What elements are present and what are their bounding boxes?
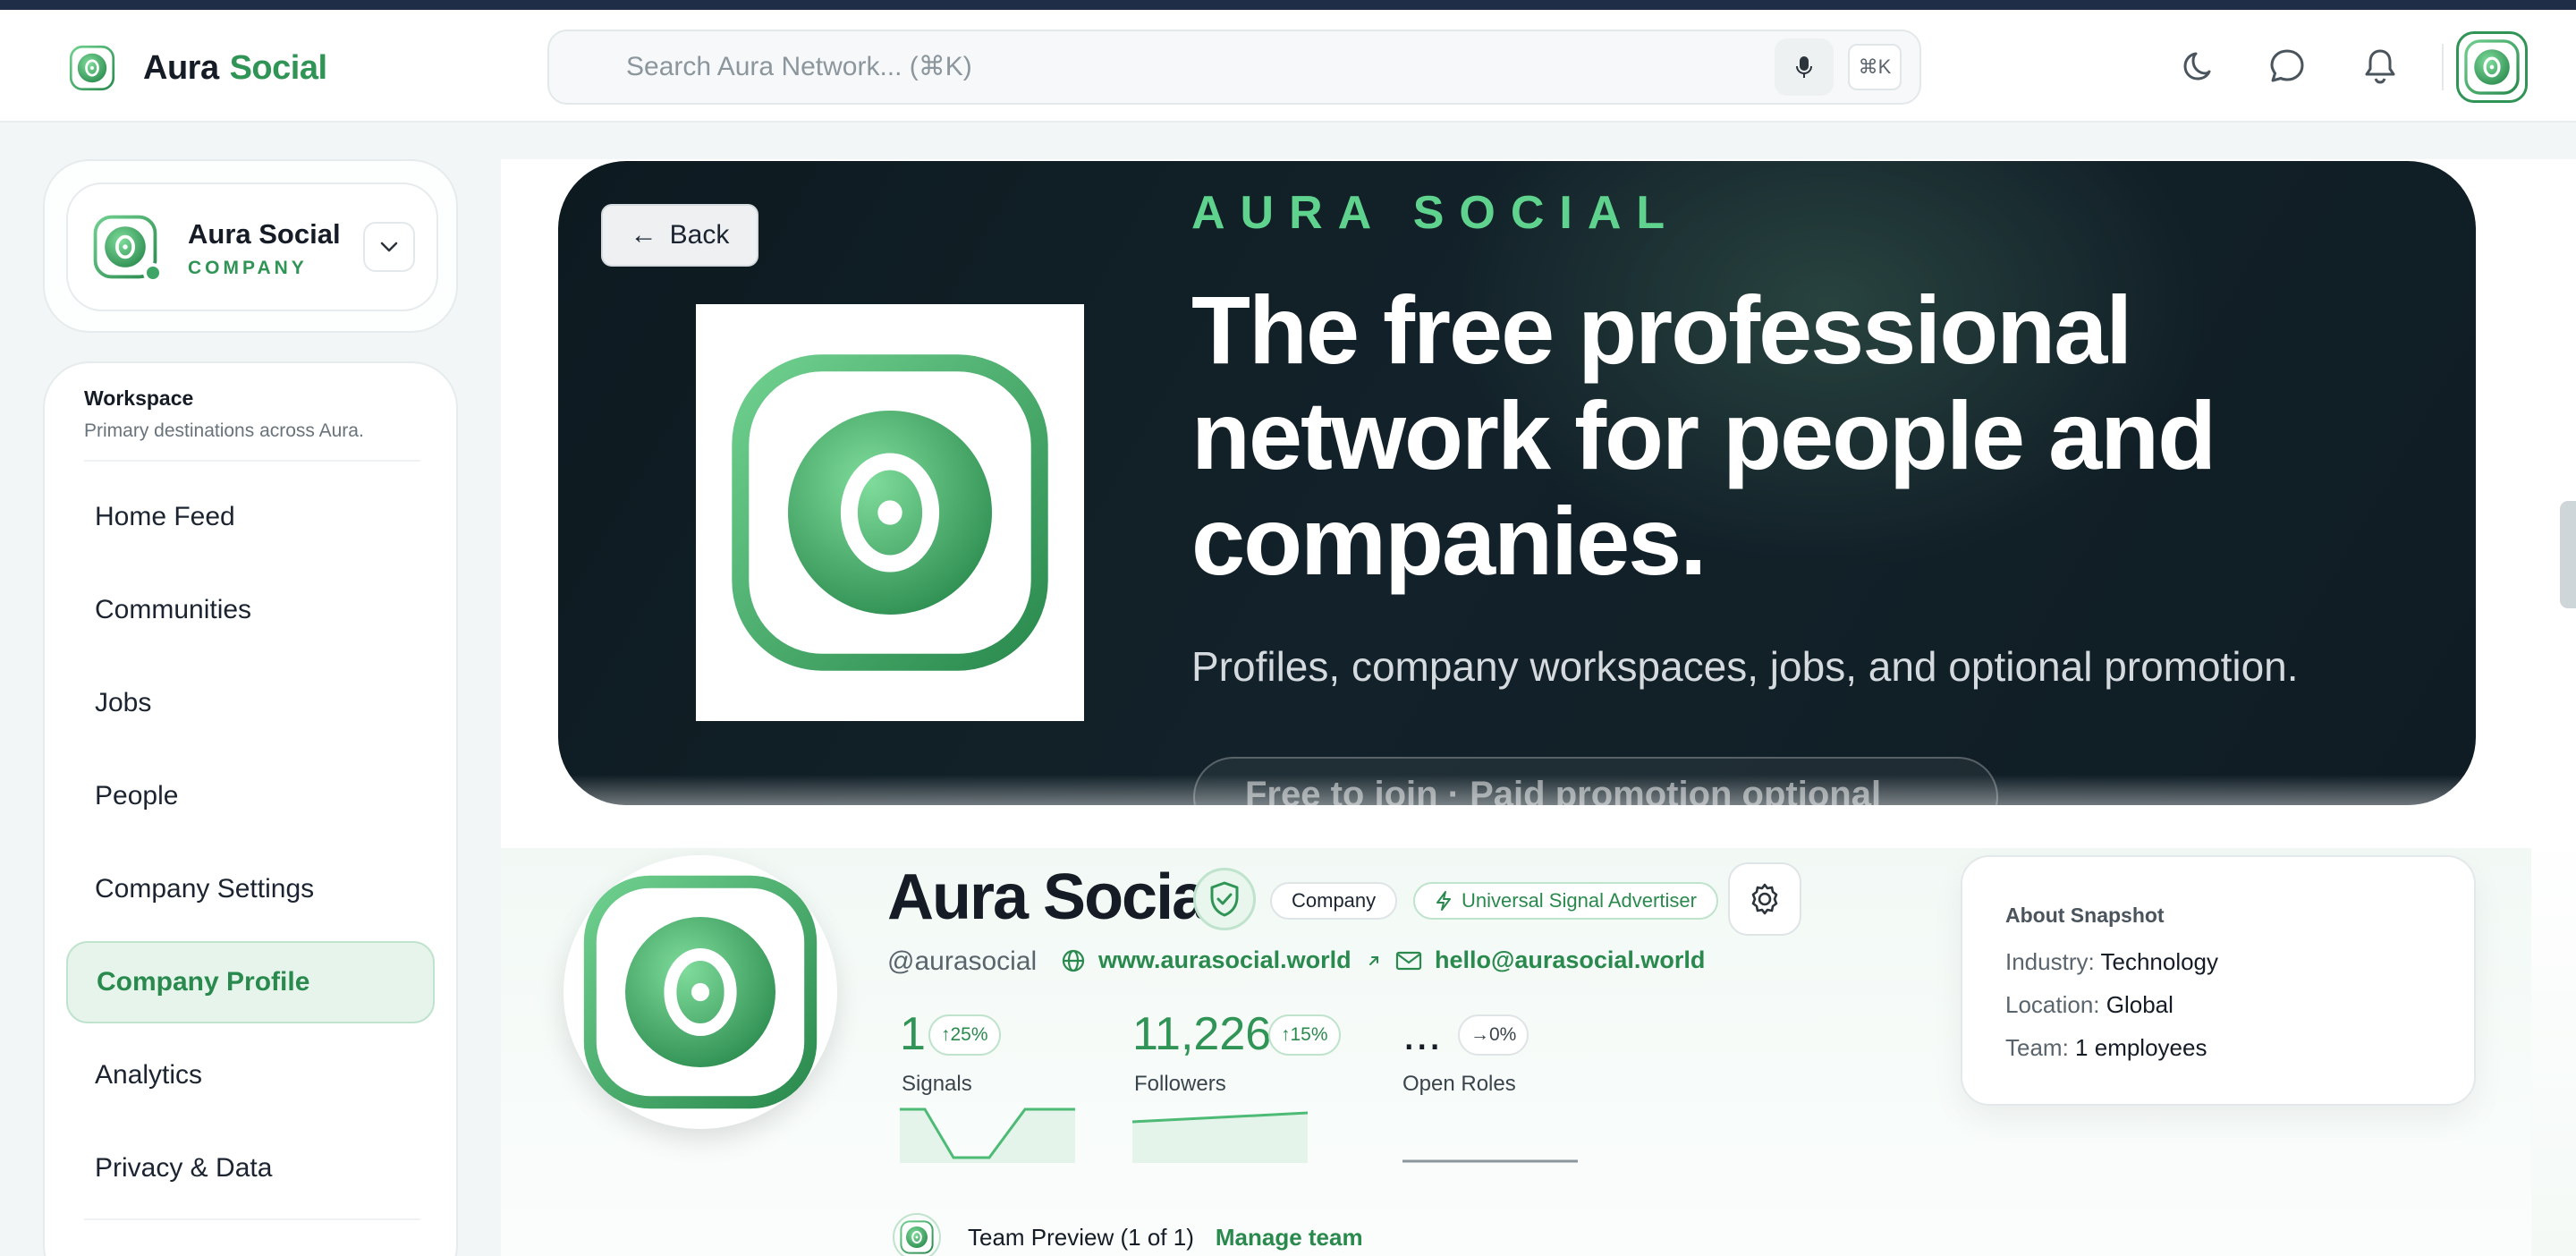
moon-icon (2183, 52, 2211, 81)
header-divider (2442, 44, 2444, 90)
org-switch-button[interactable] (363, 222, 415, 272)
brand-name: Aura (143, 48, 219, 87)
email-link[interactable]: hello@aurasocial.world (1395, 946, 1705, 974)
manage-team-link[interactable]: Manage team (1216, 1224, 1363, 1252)
globe-icon (1062, 949, 1085, 972)
bolt-icon (1436, 891, 1451, 911)
stat-signals-change: ↑25% (928, 1014, 1001, 1056)
online-status-dot (143, 263, 163, 283)
sidebar-nav: Workspace Primary destinations across Au… (43, 361, 458, 1256)
sidebar-item-privacy-data[interactable]: Privacy & Data (66, 1127, 435, 1209)
settings-button[interactable] (1728, 862, 1801, 936)
stat-signals-label: Signals (902, 1072, 972, 1096)
advertiser-chip: Universal Signal Advertiser (1413, 882, 1718, 920)
company-handle: @aurasocial (887, 946, 1038, 976)
signals-sparkline (900, 1107, 1075, 1163)
mic-button[interactable] (1775, 38, 1834, 96)
theme-toggle-button[interactable] (2179, 46, 2220, 87)
app-header: Aura Social ⌘K (0, 10, 2576, 123)
stat-open-roles-change: →0% (1458, 1014, 1530, 1056)
user-avatar[interactable] (2456, 31, 2528, 103)
arrow-left-icon: ← (630, 220, 657, 250)
sidebar-item-analytics[interactable]: Analytics (66, 1034, 435, 1116)
advertiser-label: Universal Signal Advertiser (1462, 889, 1697, 912)
scroll-handle[interactable] (2560, 501, 2576, 608)
external-link-icon (1368, 955, 1378, 965)
about-team-value: 1 employees (2075, 1034, 2207, 1061)
chevron-down-icon (380, 242, 398, 252)
about-industry: Industry: Technology (2005, 948, 2218, 976)
hero-eyebrow: AURA SOCIAL (1191, 187, 1681, 239)
about-location-value: Global (2106, 991, 2174, 1018)
back-button[interactable]: ← Back (601, 204, 758, 267)
stat-followers-change: ↑15% (1268, 1014, 1341, 1056)
email-label: hello@aurasocial.world (1435, 946, 1706, 973)
hero-subtitle: Profiles, company workspaces, jobs, and … (1191, 643, 2299, 690)
stat-followers-value: 11,226 (1132, 1008, 1272, 1060)
about-location-key: Location: (2005, 991, 2100, 1018)
stat-open-roles-label: Open Roles (1402, 1072, 1516, 1096)
aura-logo-icon (68, 44, 116, 92)
brand-name-accent: Social (229, 48, 327, 87)
stat-signals-value: 1 (900, 1008, 926, 1060)
shield-check-icon (1210, 881, 1239, 917)
stat-followers-label: Followers (1134, 1072, 1226, 1096)
hero-logo-tile (696, 304, 1084, 721)
website-link[interactable]: www.aurasocial.world (1061, 946, 1394, 974)
team-member-avatar[interactable] (893, 1213, 941, 1256)
mic-icon (1796, 56, 1812, 78)
hero-fade (558, 775, 2476, 805)
stat-open-roles-value: ... (1402, 1008, 1442, 1060)
org-switcher[interactable]: Aura Social COMPANY (66, 182, 438, 311)
org-type: COMPANY (188, 258, 308, 278)
nav-divider (84, 460, 420, 462)
brand[interactable]: Aura Social (68, 44, 327, 92)
nav-section-title: Workspace (84, 386, 194, 410)
about-industry-value: Technology (2100, 948, 2219, 975)
sidebar-item-communities[interactable]: Communities (66, 569, 435, 651)
hero-banner: ← Back AURA SOCIAL The free professional… (558, 161, 2476, 805)
org-name: Aura Social (188, 218, 341, 250)
bell-icon (2365, 49, 2395, 84)
about-team-key: Team: (2005, 1034, 2069, 1061)
aura-logo-large-icon (720, 343, 1060, 683)
back-label: Back (669, 220, 730, 250)
sidebar-item-company-profile[interactable]: Company Profile (66, 941, 435, 1023)
company-avatar[interactable] (564, 855, 837, 1129)
chat-icon (2270, 49, 2304, 82)
sidebar-item-people[interactable]: People (66, 755, 435, 837)
org-switcher-card: Aura Social COMPANY (43, 159, 458, 333)
company-type-chip: Company (1270, 882, 1398, 920)
gear-icon (1751, 883, 1778, 915)
sidebar-item-company-settings[interactable]: Company Settings (66, 848, 435, 930)
top-accent-strip (0, 0, 2576, 10)
company-logo-icon (575, 867, 826, 1117)
member-logo-icon (899, 1219, 935, 1255)
sidebar-item-jobs[interactable]: Jobs (66, 662, 435, 744)
verified-badge (1193, 868, 1256, 930)
team-preview: Team Preview (1 of 1) Manage team (893, 1213, 1363, 1256)
about-snapshot-card: About Snapshot Industry: Technology Loca… (1961, 855, 2476, 1106)
about-team: Team: 1 employees (2005, 1034, 2207, 1062)
company-name: Aura Social (887, 861, 1224, 933)
nav-section-subtitle: Primary destinations across Aura. (84, 420, 364, 441)
hero-title: The free professional network for people… (1191, 276, 2216, 595)
followers-sparkline (1132, 1111, 1308, 1163)
team-preview-label: Team Preview (1 of 1) (968, 1223, 1194, 1251)
sidebar-item-home-feed[interactable]: Home Feed (66, 476, 435, 558)
search-bar: ⌘K (547, 30, 1921, 105)
mail-icon (1395, 951, 1422, 970)
about-industry-key: Industry: (2005, 948, 2095, 975)
shortcut-key[interactable]: ⌘K (1848, 44, 1902, 90)
messages-button[interactable] (2267, 46, 2308, 87)
open-roles-sparkline (1402, 1159, 1578, 1163)
about-title: About Snapshot (2005, 904, 2165, 927)
avatar-logo-icon (2462, 38, 2521, 97)
search-input[interactable] (626, 47, 1565, 87)
nav-divider (84, 1218, 420, 1220)
about-location: Location: Global (2005, 991, 2174, 1019)
website-label: www.aurasocial.world (1098, 946, 1352, 973)
notifications-button[interactable] (2360, 46, 2401, 87)
